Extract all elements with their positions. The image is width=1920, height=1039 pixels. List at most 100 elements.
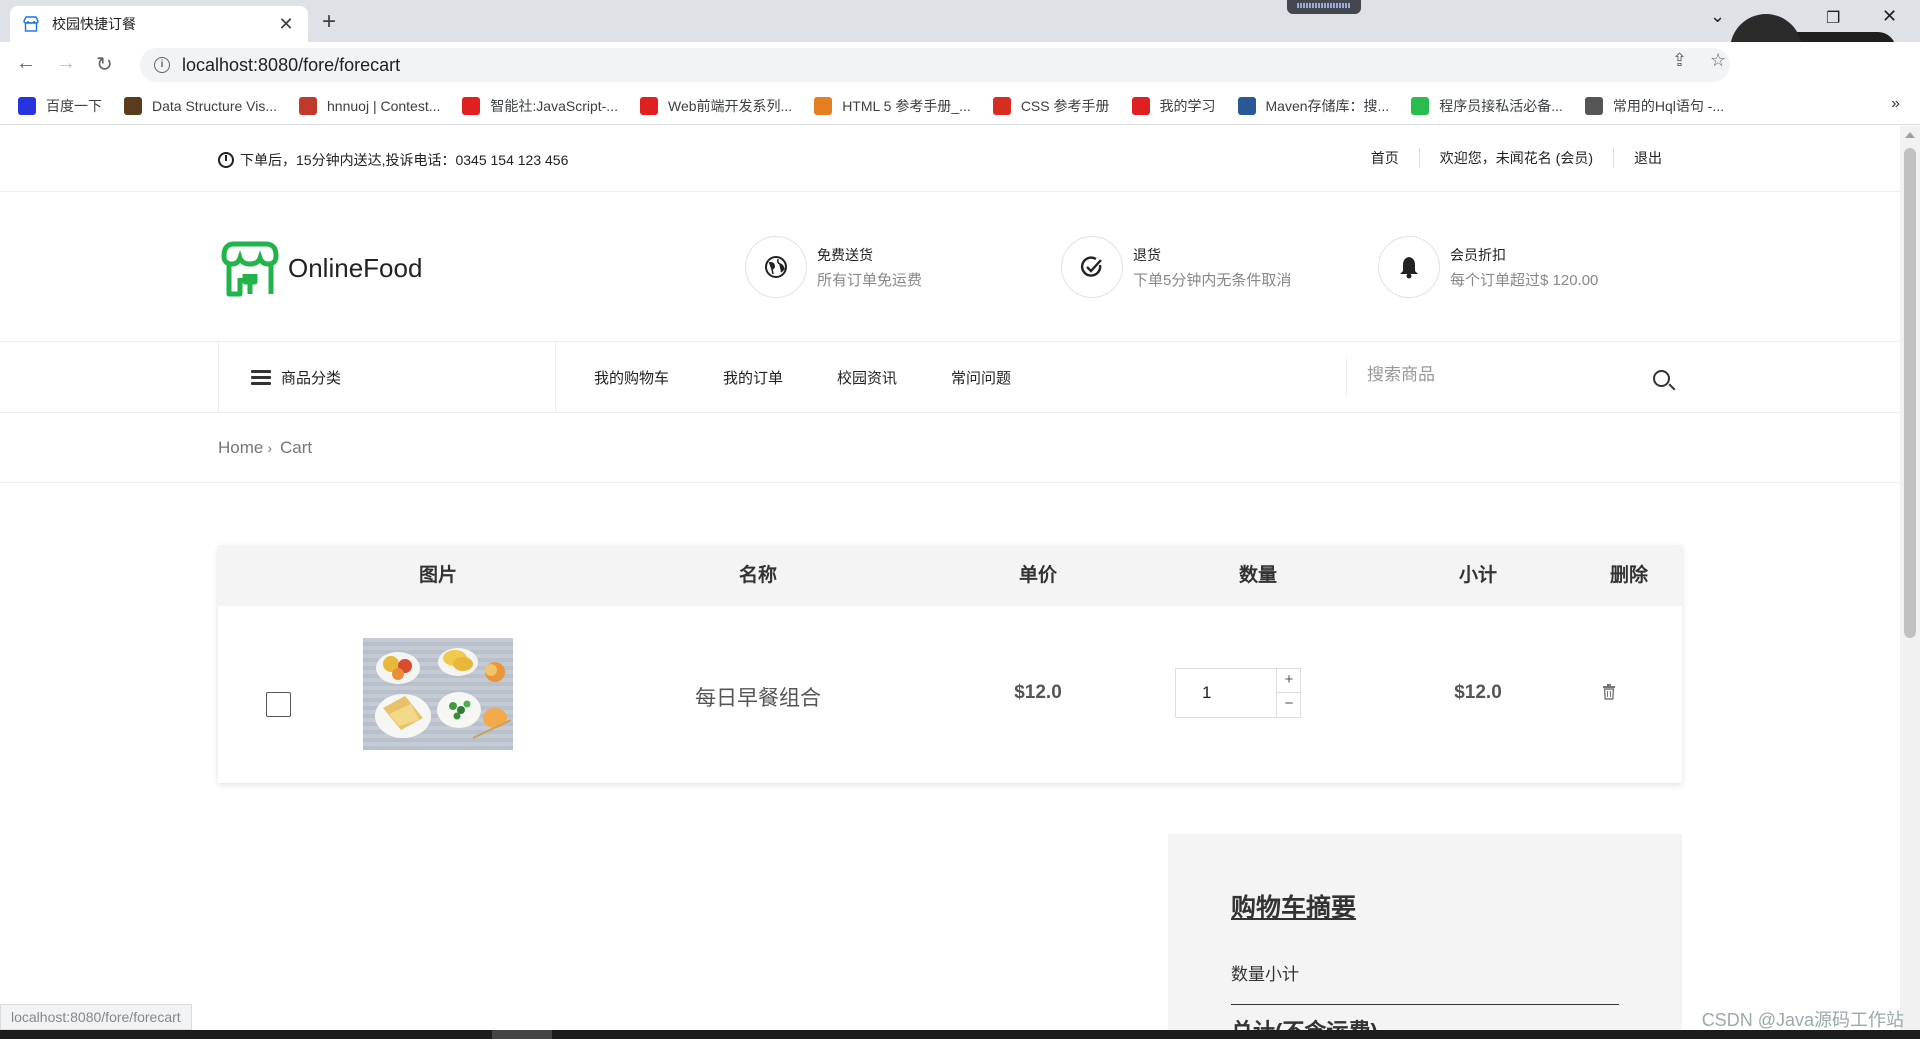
- cart-summary: 购物车摘要 数量小计 总计(不含运费): [1168, 834, 1682, 1039]
- nav-campus-news[interactable]: 校园资讯: [837, 367, 897, 388]
- feature-desc: 所有订单免运费: [817, 271, 923, 289]
- breadcrumb-home[interactable]: Home: [218, 438, 263, 458]
- bookmark-item[interactable]: 程序员接私活必备...: [1411, 96, 1563, 116]
- tab-search-chevron-icon[interactable]: ⌄: [1710, 6, 1725, 27]
- clock-icon: [218, 152, 234, 168]
- feature-return: 退货 下单5分钟内无条件取消: [1061, 236, 1291, 298]
- cart-table: 图片 名称 单价 数量 小计 删除 每日早餐组合 $12.0 1 + − $12…: [218, 545, 1682, 783]
- bookmark-favicon-icon: [814, 96, 833, 115]
- col-name: 名称: [738, 565, 777, 586]
- logo-text: OnlineFood: [288, 252, 423, 283]
- status-bar-url: localhost:8080/fore/forecart: [0, 1004, 192, 1030]
- bookmark-favicon-icon: [992, 96, 1011, 115]
- bookmark-label: CSS 参考手册: [1020, 97, 1110, 114]
- bookmark-item[interactable]: Maven存储库：搜...: [1237, 96, 1390, 116]
- bookmark-favicon-icon: [1237, 96, 1256, 115]
- more-bookmarks-icon[interactable]: »: [1891, 95, 1900, 113]
- bookmark-favicon-icon: [299, 96, 318, 115]
- logout-link[interactable]: 退出: [1613, 148, 1682, 168]
- tab-strip: 校园快捷订餐 ✕ + ⌄ ❐ ✕: [0, 0, 1920, 42]
- quantity-input[interactable]: [1176, 669, 1276, 717]
- bookmark-item[interactable]: HTML 5 参考手册_...: [814, 96, 971, 116]
- bookmark-favicon-icon: [462, 96, 481, 115]
- shop-favicon-icon: [23, 16, 39, 32]
- nav-my-cart[interactable]: 我的购物车: [594, 367, 669, 388]
- forward-arrow-icon[interactable]: →: [56, 52, 76, 75]
- delivery-notice: 下单后，15分钟内送达,投诉电话：0345 154 123 456: [218, 150, 568, 170]
- item-price: $12.0: [1014, 682, 1062, 703]
- bookmark-item[interactable]: CSS 参考手册: [992, 96, 1110, 116]
- new-tab-icon[interactable]: +: [322, 8, 336, 36]
- bookmark-label: Web前端开发系列...: [667, 97, 793, 114]
- category-menu-button[interactable]: 商品分类: [218, 342, 556, 413]
- bookmark-favicon-icon: [1131, 96, 1150, 115]
- bookmark-favicon-icon: [1411, 96, 1430, 115]
- breadcrumb-current: Cart: [280, 437, 313, 457]
- scrollbar-thumb[interactable]: [1904, 148, 1916, 638]
- taskbar-strip: [0, 1030, 1920, 1039]
- hamburger-icon: [251, 367, 271, 388]
- scroll-up-icon[interactable]: [1905, 132, 1915, 138]
- bookmark-label: 常用的Hql语句 -...: [1612, 97, 1725, 114]
- category-label: 商品分类: [281, 370, 342, 387]
- summary-divider: [1231, 1004, 1619, 1005]
- back-arrow-icon[interactable]: ←: [16, 52, 36, 75]
- home-link[interactable]: 首页: [1351, 148, 1419, 168]
- chevron-right-icon: ›: [267, 439, 273, 456]
- top-links: 首页 欢迎您，未闻花名 (会员) 退出: [1351, 148, 1682, 168]
- close-tab-icon[interactable]: ✕: [276, 14, 296, 35]
- bookmark-label: HTML 5 参考手册_...: [842, 97, 971, 114]
- page-scrollbar[interactable]: [1900, 126, 1920, 1039]
- feature-desc: 下单5分钟内无条件取消: [1133, 271, 1292, 289]
- feature-title: 免费送货: [817, 246, 873, 263]
- search-input[interactable]: [1367, 360, 1617, 390]
- bookmark-item[interactable]: hnnuoj | Contest...: [299, 96, 440, 115]
- main-menu: 我的购物车 我的订单 校园资讯 常问问题: [594, 342, 1065, 413]
- feature-member-discount: 会员折扣 每个订单超过$ 120.00: [1378, 236, 1598, 298]
- bookmark-star-icon[interactable]: ☆: [1710, 50, 1726, 71]
- bookmark-label: 程序员接私活必备...: [1439, 97, 1563, 114]
- share-icon[interactable]: ⇪: [1672, 50, 1687, 71]
- summary-title: 购物车摘要: [1231, 894, 1357, 922]
- nav-faq[interactable]: 常问问题: [951, 367, 1011, 388]
- extension-indicator: [1287, 0, 1361, 14]
- col-quantity: 数量: [1238, 565, 1277, 586]
- site-logo[interactable]: OnlineFood: [218, 238, 422, 298]
- globe-icon: [745, 236, 807, 298]
- tab-title: 校园快捷订餐: [52, 16, 136, 32]
- address-bar-row: ← → ↻ i localhost:8080/fore/forecart ⇪ ☆: [0, 42, 1920, 87]
- bookmark-item[interactable]: 百度一下: [18, 96, 102, 116]
- bookmark-item[interactable]: 我的学习: [1131, 96, 1216, 116]
- item-name[interactable]: 每日早餐组合: [658, 682, 858, 712]
- decrease-quantity-button[interactable]: −: [1276, 693, 1301, 717]
- nav-my-orders[interactable]: 我的订单: [723, 367, 783, 388]
- bookmark-favicon-icon: [124, 96, 142, 115]
- welcome-user-link[interactable]: 欢迎您，未闻花名 (会员): [1418, 148, 1613, 168]
- omnibox[interactable]: i localhost:8080/fore/forecart: [140, 48, 1730, 82]
- feature-free-delivery: 免费送货 所有订单免运费: [745, 236, 922, 298]
- site-header: OnlineFood 免费送货 所有订单免运费 退货 下单5分钟内无条件取消 会…: [0, 192, 1900, 342]
- quantity-stepper: + −: [1175, 668, 1301, 718]
- bookmark-item[interactable]: Web前端开发系列...: [639, 96, 793, 116]
- reload-icon[interactable]: ↻: [96, 52, 113, 77]
- bookmark-favicon-icon: [639, 96, 658, 115]
- bell-icon: [1378, 236, 1440, 298]
- feature-title: 退货: [1133, 246, 1161, 263]
- bookmark-item[interactable]: 智能社:JavaScript-...: [462, 96, 618, 116]
- bookmark-item[interactable]: 常用的Hql语句 -...: [1584, 96, 1725, 116]
- trash-icon[interactable]: [1602, 684, 1616, 700]
- increase-quantity-button[interactable]: +: [1276, 669, 1301, 693]
- bookmark-favicon-icon: [1584, 96, 1603, 115]
- bookmark-label: Maven存储库：搜...: [1265, 97, 1390, 114]
- bookmark-item[interactable]: Data Structure Vis...: [124, 96, 277, 115]
- search-icon[interactable]: [1653, 370, 1670, 387]
- csdn-watermark: CSDN @Java源码工作站: [1701, 1010, 1904, 1030]
- table-row: 每日早餐组合 $12.0 + − $12.0: [218, 606, 1682, 783]
- search-box: [1346, 358, 1680, 396]
- top-info-bar: 下单后，15分钟内送达,投诉电话：0345 154 123 456 首页 欢迎您…: [0, 126, 1900, 192]
- select-item-checkbox[interactable]: [266, 692, 291, 717]
- browser-tab[interactable]: 校园快捷订餐 ✕: [10, 6, 308, 42]
- url-text[interactable]: localhost:8080/fore/forecart: [182, 55, 400, 76]
- site-info-icon[interactable]: i: [154, 57, 170, 73]
- bookmark-favicon-icon: [18, 96, 36, 115]
